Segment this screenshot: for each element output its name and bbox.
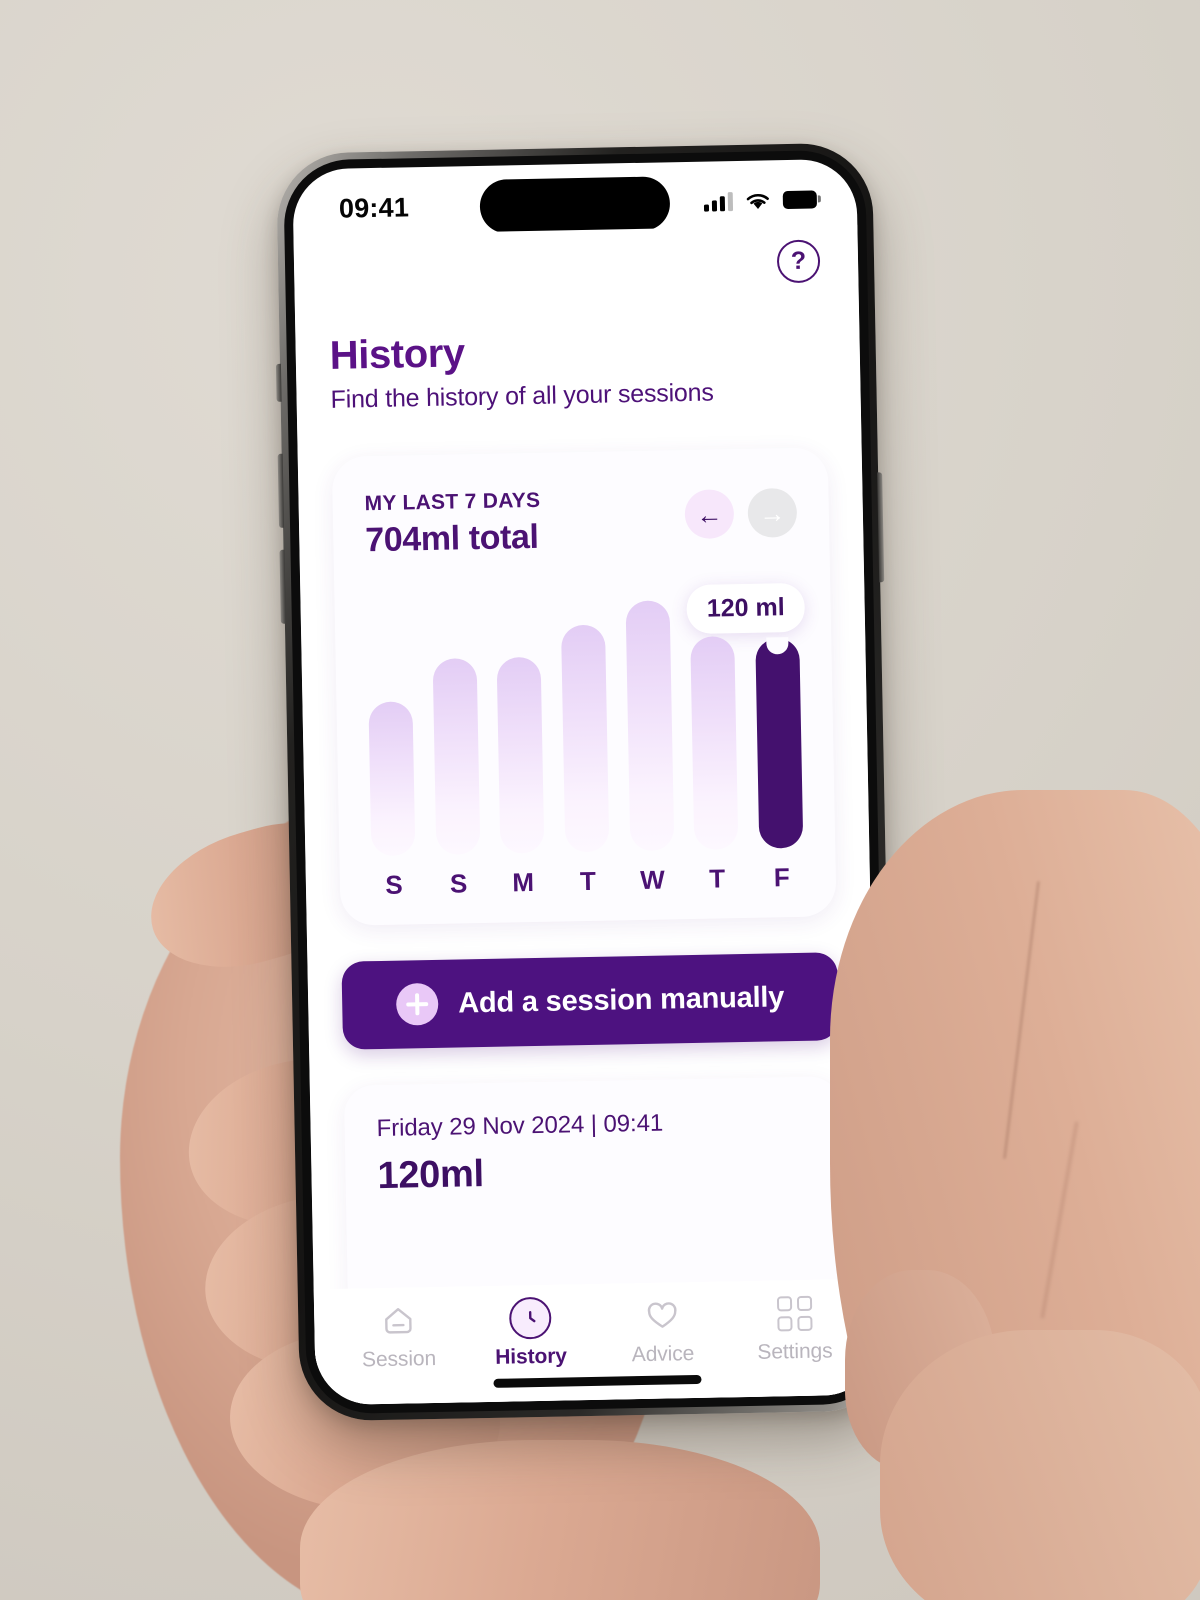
chart-summary: MY LAST 7 DAYS 704ml total <box>364 489 541 560</box>
dynamic-island <box>479 176 671 234</box>
bar-column[interactable] <box>366 593 416 857</box>
bar-column[interactable] <box>690 587 739 850</box>
tab-history-label: History <box>494 1344 568 1369</box>
tab-history[interactable]: History <box>465 1296 596 1370</box>
grid-icon <box>776 1292 813 1335</box>
chart-period-nav: ← → <box>684 484 798 540</box>
cellular-signal-icon <box>703 191 734 212</box>
tab-session[interactable]: Session <box>333 1298 464 1372</box>
status-bar-icons <box>703 190 818 212</box>
add-session-label: Add a session manually <box>457 980 785 1019</box>
chart-header: MY LAST 7 DAYS 704ml total ← → <box>364 484 798 560</box>
session-datetime: Friday 29 Nov 2024 | 09:41 <box>376 1109 664 1143</box>
home-icon <box>378 1299 419 1342</box>
bar-chart: 120 ml <box>366 582 806 857</box>
bar[interactable] <box>560 624 610 853</box>
bar-column[interactable] <box>625 588 674 852</box>
palm-front <box>880 1330 1200 1600</box>
bottom-tab-bar: Session History Advice Settings <box>313 1278 880 1406</box>
bar-column[interactable] <box>560 590 610 853</box>
bar-group <box>366 586 804 857</box>
add-session-button[interactable]: Add a session manually <box>341 952 840 1050</box>
day-label: S <box>449 868 468 899</box>
clock-icon <box>508 1296 552 1340</box>
tab-settings-label: Settings <box>757 1339 833 1364</box>
photo-scene: 09:41 ? History Find the history of all … <box>0 0 1200 1600</box>
chart-total: 704ml total <box>364 517 539 560</box>
weekly-chart-card: MY LAST 7 DAYS 704ml total ← → 120 ml S S… <box>331 447 837 926</box>
wifi-icon <box>745 191 771 210</box>
status-bar: 09:41 <box>292 159 857 236</box>
silent-switch[interactable] <box>275 363 282 402</box>
plus-circle-icon <box>395 982 439 1026</box>
status-bar-time: 09:41 <box>338 191 410 224</box>
chart-eyebrow: MY LAST 7 DAYS <box>364 488 541 516</box>
day-label: M <box>512 867 535 898</box>
previous-week-button[interactable]: ← <box>684 489 735 540</box>
page-subtitle: Find the history of all your sessions <box>330 378 714 414</box>
bar-column[interactable] <box>496 591 545 854</box>
smartphone-device: 09:41 ? History Find the history of all … <box>275 142 897 1422</box>
session-amount: 120ml <box>377 1153 485 1198</box>
help-row: ? <box>327 225 824 292</box>
tab-advice[interactable]: Advice <box>597 1293 728 1367</box>
bar-highlighted[interactable] <box>755 637 804 849</box>
day-label: W <box>639 864 666 895</box>
battery-icon <box>782 190 818 210</box>
bar[interactable] <box>496 656 545 854</box>
bar-column[interactable] <box>754 586 804 849</box>
heart-icon <box>642 1294 683 1337</box>
bar[interactable] <box>432 658 481 855</box>
day-axis-labels: SSMTWTF <box>372 862 805 901</box>
next-week-button[interactable]: → <box>747 487 798 538</box>
day-label: S <box>384 869 403 900</box>
page-title: History <box>329 331 466 378</box>
app-content: ? History Find the history of all your s… <box>293 224 880 1406</box>
bar[interactable] <box>368 701 416 857</box>
bar[interactable] <box>690 636 739 850</box>
day-label: T <box>579 865 597 897</box>
day-label: T <box>708 863 726 894</box>
tab-advice-label: Advice <box>631 1342 695 1367</box>
bar[interactable] <box>625 600 674 852</box>
bar-column[interactable] <box>431 592 481 855</box>
help-icon[interactable]: ? <box>776 239 821 284</box>
phone-screen: 09:41 ? History Find the history of all … <box>292 158 880 1406</box>
tab-session-label: Session <box>361 1346 437 1372</box>
day-label: F <box>773 862 791 893</box>
